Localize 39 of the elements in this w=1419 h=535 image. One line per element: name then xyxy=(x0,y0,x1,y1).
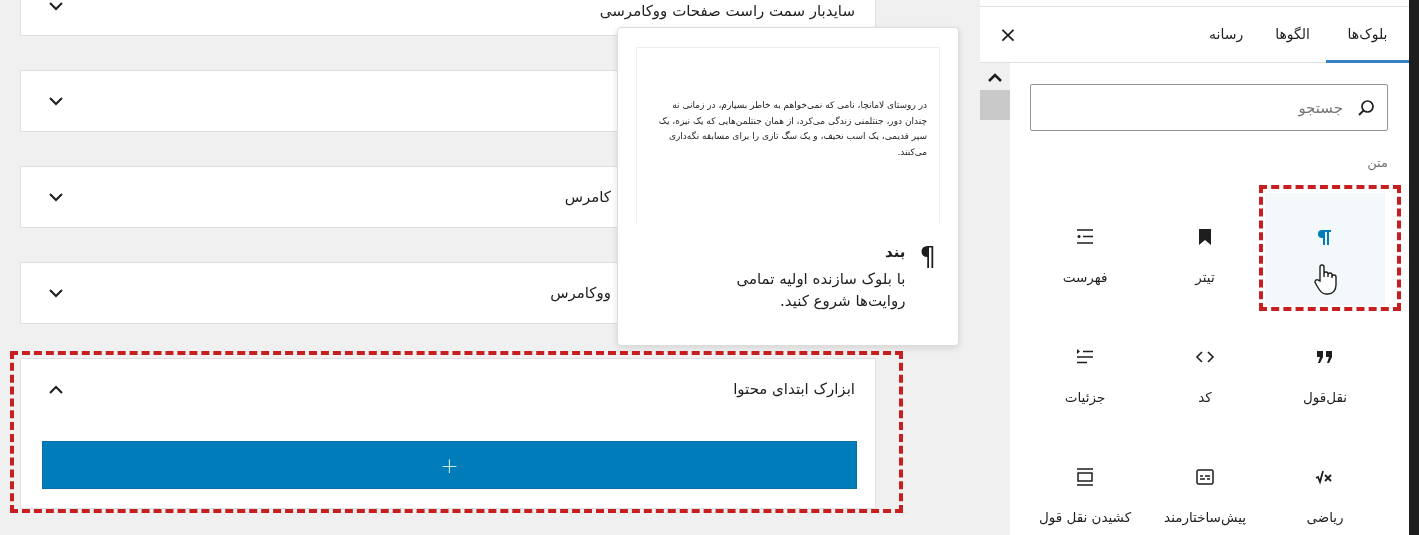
block-item[interactable]: نقل‌قول xyxy=(1265,313,1385,425)
block-title: بند xyxy=(884,243,906,261)
block-item[interactable] xyxy=(1265,193,1385,305)
category-label: متن xyxy=(1366,155,1388,170)
block-label: جزئیات xyxy=(1064,389,1106,406)
chevron-up-icon[interactable] xyxy=(49,384,63,394)
block-item[interactable]: فهرست xyxy=(1025,193,1145,305)
chevron-down-icon[interactable] xyxy=(49,2,63,11)
scrollbar-thumb[interactable] xyxy=(980,90,1010,120)
preview-text: در روستای لامانچا، نامی که نمی‌خواهم به خاطر بسپارم، در زمانی نه چندان دور، جنتلمنی زندگی می‌کرد، از همان جنتلمن‌هایی که یک نیزه، یک سپر قدیمی، یک اسب نحیف، و یک سگ تازی را برای مسابقه نگه‌داری می‌کنند. xyxy=(657,99,927,159)
block-description: با بلوک سازنده اولیه تمامی روایت‌ها شروع کنید. xyxy=(735,269,906,312)
block-label: ریاضی xyxy=(1306,509,1344,526)
hand-cursor-icon xyxy=(1312,263,1338,295)
chevron-down-icon[interactable] xyxy=(49,288,63,298)
block-item[interactable]: کد xyxy=(1145,313,1265,425)
block-label: تیتر xyxy=(1195,269,1215,286)
block-label: کد xyxy=(1198,389,1212,406)
chevron-down-icon[interactable] xyxy=(49,192,63,202)
panel-title: ووکامرس xyxy=(550,284,611,302)
search-field[interactable]: جستجو xyxy=(1030,84,1388,131)
block-item[interactable]: کشیدن نقل قول xyxy=(1025,433,1145,535)
block-item[interactable]: ریاضی xyxy=(1265,433,1385,535)
block-item[interactable]: جزئیات xyxy=(1025,313,1145,425)
block-label: فهرست xyxy=(1062,269,1108,286)
block-item[interactable]: پیش‌ساختارمند xyxy=(1145,433,1265,535)
block-label: نقل‌قول xyxy=(1303,389,1348,406)
add-block-button[interactable]: + xyxy=(42,441,857,489)
panel-title: کامرس xyxy=(564,188,611,206)
panel-title: سایدبار سمت راست صفحات ووکامرسی xyxy=(599,2,855,20)
block-label: پیش‌ساختارمند xyxy=(1164,509,1246,526)
close-button[interactable]: × xyxy=(980,7,1036,62)
paragraph-icon: ¶ xyxy=(919,243,936,312)
chevron-down-icon[interactable] xyxy=(49,96,63,106)
tab[interactable]: رسانه xyxy=(1193,7,1260,63)
panel-title: ابزارک ابتدای محتوا xyxy=(733,380,855,398)
block-label: کشیدن نقل قول xyxy=(1038,509,1132,526)
block-item[interactable]: تیتر xyxy=(1145,193,1265,305)
tab[interactable]: الگوها xyxy=(1259,7,1326,63)
scroll-up-icon[interactable] xyxy=(988,73,1002,82)
